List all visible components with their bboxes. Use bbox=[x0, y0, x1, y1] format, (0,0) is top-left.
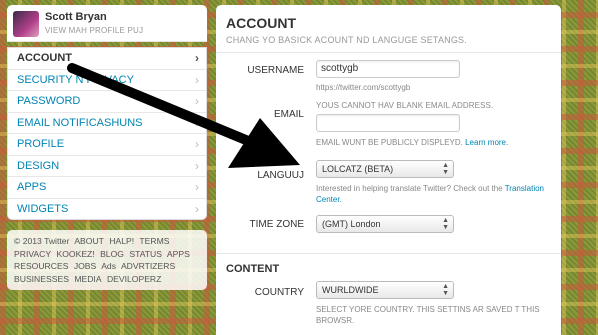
settings-nav: ACCOUNT › SECURITY N PRIVACY › PASSWORD … bbox=[7, 47, 207, 220]
page-subtitle: CHANG YO BASICK ACOUNT ND LANGUGE SETANG… bbox=[226, 35, 467, 45]
profile-card[interactable]: Scott Bryan VIEW MAH PROFILE PUJ bbox=[7, 5, 207, 42]
profile-name[interactable]: Scott Bryan bbox=[45, 11, 107, 23]
email-error: YOUS CANNOT HAV BLANK EMAIL ADDRESS. bbox=[316, 101, 494, 110]
settings-sidebar: Scott Bryan VIEW MAH PROFILE PUJ ACCOUNT… bbox=[7, 5, 207, 290]
country-help: SELECT YORE COUNTRY. THIS SETTINS AR SAV… bbox=[316, 305, 540, 325]
sidebar-item-label: APPS bbox=[17, 181, 47, 193]
sidebar-item-design[interactable]: DESIGN › bbox=[8, 156, 206, 177]
chevron-right-icon: › bbox=[195, 201, 199, 216]
footer-link[interactable]: HALP! bbox=[109, 236, 134, 246]
email-label: EMAIL bbox=[273, 109, 304, 120]
footer-copyright: © 2013 Twitter bbox=[14, 236, 70, 246]
username-field[interactable]: scottygb bbox=[316, 60, 460, 78]
chevron-right-icon: › bbox=[195, 158, 199, 173]
sidebar-item-label: PASSWORD bbox=[17, 95, 81, 107]
footer-link[interactable]: RESOURCES bbox=[14, 261, 68, 271]
footer-link[interactable]: MEDIA bbox=[74, 274, 101, 284]
chevron-right-icon: › bbox=[195, 115, 199, 130]
footer-link[interactable]: ADVRTIZERS bbox=[121, 261, 175, 271]
username-url: https://twitter.com/scottygb bbox=[316, 83, 411, 92]
footer-link[interactable]: TERMS bbox=[139, 236, 169, 246]
select-arrows-icon: ▲ ▼ bbox=[442, 217, 449, 231]
timezone-label: TIME ZONE bbox=[249, 219, 304, 230]
country-label: COUNTRY bbox=[254, 287, 304, 298]
username-label: USERNAME bbox=[247, 65, 304, 76]
sidebar-item-label: SECURITY N PRIVACY bbox=[17, 73, 134, 86]
footer-link[interactable]: APPS bbox=[167, 249, 190, 259]
chevron-right-icon: › bbox=[195, 51, 199, 65]
language-select-value: LOLCATZ (BETA) bbox=[322, 164, 394, 174]
footer-link[interactable]: PRIVACY bbox=[14, 249, 51, 259]
learn-more-link[interactable]: Learn more. bbox=[465, 138, 508, 147]
sidebar-item-label: ACCOUNT bbox=[17, 52, 72, 64]
sidebar-item-security-privacy[interactable]: SECURITY N PRIVACY › bbox=[8, 70, 206, 91]
language-help-text: Interested in helping translate Twitter?… bbox=[316, 184, 503, 193]
sidebar-item-widgets[interactable]: WIDGETS › bbox=[8, 199, 206, 220]
chevron-right-icon: › bbox=[195, 180, 199, 194]
footer-links: © 2013 Twitter ABOUT HALP! TERMS PRIVACY… bbox=[7, 230, 207, 290]
content-section-title: CONTENT bbox=[226, 263, 280, 275]
chevron-right-icon: › bbox=[195, 72, 199, 87]
footer-link[interactable]: Ads bbox=[101, 261, 116, 271]
language-help: Interested in helping translate Twitter?… bbox=[316, 183, 551, 205]
divider bbox=[216, 52, 561, 53]
chevron-right-icon: › bbox=[195, 137, 199, 151]
sidebar-item-email-notifications[interactable]: EMAIL NOTIFICASHUNS › bbox=[8, 113, 206, 134]
footer-link[interactable]: ABOUT bbox=[74, 236, 104, 246]
country-select[interactable]: WURLDWIDE ▲ ▼ bbox=[316, 281, 454, 299]
sidebar-item-label: PROFILE bbox=[17, 138, 65, 150]
select-arrows-icon: ▲ ▼ bbox=[442, 283, 449, 297]
footer-link[interactable]: BLOG bbox=[100, 249, 124, 259]
view-profile-link[interactable]: VIEW MAH PROFILE PUJ bbox=[45, 26, 143, 35]
email-field[interactable] bbox=[316, 114, 460, 132]
account-settings-panel: ACCOUNT CHANG YO BASICK ACOUNT ND LANGUG… bbox=[216, 5, 561, 335]
sidebar-item-label: DESIGN bbox=[17, 159, 60, 172]
timezone-select[interactable]: (GMT) London ▲ ▼ bbox=[316, 215, 454, 233]
page-title: ACCOUNT bbox=[226, 15, 296, 31]
country-select-value: WURLDWIDE bbox=[322, 285, 379, 295]
select-arrows-icon: ▲ ▼ bbox=[442, 162, 449, 176]
chevron-right-icon: › bbox=[195, 94, 199, 108]
timezone-select-value: (GMT) London bbox=[322, 219, 381, 229]
language-label: LANGUUJ bbox=[257, 170, 304, 181]
email-note: EMAIL WUNT BE PUBLICLY DISPLEYD. Learn m… bbox=[316, 138, 508, 147]
sidebar-item-label: EMAIL NOTIFICASHUNS bbox=[17, 116, 143, 129]
divider bbox=[216, 253, 561, 254]
sidebar-item-password[interactable]: PASSWORD › bbox=[8, 91, 206, 113]
email-note-text: EMAIL WUNT BE PUBLICLY DISPLEYD. bbox=[316, 138, 463, 147]
language-select[interactable]: LOLCATZ (BETA) ▲ ▼ bbox=[316, 160, 454, 178]
footer-link[interactable]: STATUS bbox=[129, 249, 162, 259]
sidebar-item-apps[interactable]: APPS › bbox=[8, 177, 206, 199]
footer-link[interactable]: JOBS bbox=[74, 261, 96, 271]
footer-link[interactable]: DEVILOPERZ bbox=[107, 274, 161, 284]
sidebar-item-label: WIDGETS bbox=[17, 202, 69, 215]
footer-link[interactable]: BUSINESSES bbox=[14, 274, 69, 284]
avatar[interactable] bbox=[13, 11, 39, 37]
sidebar-item-profile[interactable]: PROFILE › bbox=[8, 134, 206, 156]
sidebar-item-account[interactable]: ACCOUNT › bbox=[8, 48, 206, 70]
footer-link[interactable]: KOOKEZ! bbox=[56, 249, 94, 259]
